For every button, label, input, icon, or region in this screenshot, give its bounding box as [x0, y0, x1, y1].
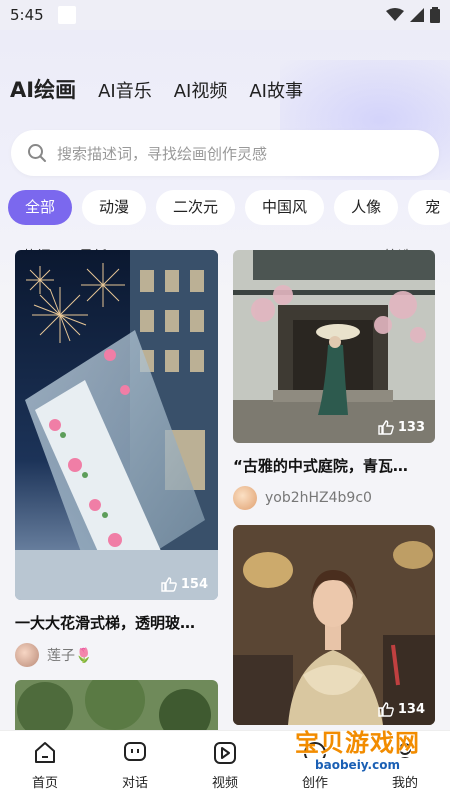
nav-chat-label: 对话	[121, 776, 148, 791]
nav-video-label: 视频	[211, 776, 238, 791]
site-watermark: 宝贝游戏网 baobeiy.com	[295, 723, 420, 772]
battery-icon	[430, 7, 440, 23]
artwork-card[interactable]: 133 “古雅的中式庭院，青瓦… yob2hHZ4b9c0	[233, 250, 435, 510]
artwork-image: 134	[233, 525, 435, 725]
wifi-icon	[386, 8, 404, 21]
nav-create-label: 创作	[301, 776, 328, 791]
category-chips: 全部 动漫 二次元 中国风 人像 宠	[8, 190, 450, 225]
nav-chat[interactable]: 对话	[122, 740, 148, 791]
chip-chinese-style[interactable]: 中国风	[245, 190, 325, 225]
nav-video[interactable]: 视频	[212, 740, 238, 791]
artwork-card[interactable]: 134	[233, 525, 435, 725]
chip-anime[interactable]: 动漫	[82, 190, 147, 225]
chip-all[interactable]: 全部	[8, 190, 73, 225]
nav-home[interactable]: 首页	[32, 740, 58, 791]
author-name: yob2hHZ4b9c0	[265, 490, 372, 506]
thumbs-up-icon	[378, 702, 394, 717]
artwork-image: 133	[233, 250, 435, 443]
author-row[interactable]: 莲子🌷	[15, 643, 218, 667]
chip-acg[interactable]: 二次元	[156, 190, 236, 225]
avatar	[233, 486, 257, 510]
author-row[interactable]: yob2hHZ4b9c0	[233, 486, 435, 510]
status-time: 5:45	[10, 6, 44, 24]
chip-portrait[interactable]: 人像	[334, 190, 399, 225]
tab-ai-painting[interactable]: AI绘画	[10, 74, 76, 104]
top-tabs: AI绘画 AI音乐 AI视频 AI故事	[10, 74, 303, 104]
thumbs-up-icon	[161, 577, 177, 592]
search-icon	[28, 144, 46, 162]
watermark-sub: baobeiy.com	[295, 758, 420, 772]
like-count[interactable]: 133	[378, 420, 425, 435]
artwork-title: “古雅的中式庭院，青瓦…	[233, 457, 408, 475]
artwork-image: 154	[15, 250, 218, 600]
notification-icon	[57, 6, 76, 24]
tab-ai-music[interactable]: AI音乐	[98, 77, 152, 103]
search-input[interactable]: 搜索描述词，寻找绘画创作灵感	[11, 130, 439, 176]
nav-mine-label: 我的	[391, 776, 418, 791]
home-icon	[34, 742, 55, 763]
like-count-value: 134	[397, 702, 425, 717]
tab-ai-story[interactable]: AI故事	[249, 77, 303, 103]
artwork-title: 一大大花滑式梯，透明玻…	[15, 614, 196, 632]
video-play-icon	[213, 742, 236, 764]
nav-home-label: 首页	[31, 776, 58, 791]
like-count-value: 154	[180, 577, 208, 592]
author-name: 莲子🌷	[47, 648, 93, 664]
search-placeholder: 搜索描述词，寻找绘画创作灵感	[57, 144, 268, 163]
status-bar: 5:45	[0, 0, 450, 30]
signal-icon	[410, 8, 424, 22]
avatar	[15, 643, 39, 667]
like-count[interactable]: 154	[161, 577, 208, 592]
chat-icon	[123, 742, 146, 761]
chip-pet[interactable]: 宠	[408, 190, 450, 225]
artwork-card[interactable]: 154 一大大花滑式梯，透明玻… 莲子🌷	[15, 250, 218, 667]
like-count[interactable]: 134	[378, 702, 425, 717]
tab-ai-video[interactable]: AI视频	[174, 77, 228, 103]
thumbs-up-icon	[378, 420, 394, 435]
watermark-main: 宝贝游戏网	[295, 729, 420, 757]
like-count-value: 133	[397, 420, 425, 435]
